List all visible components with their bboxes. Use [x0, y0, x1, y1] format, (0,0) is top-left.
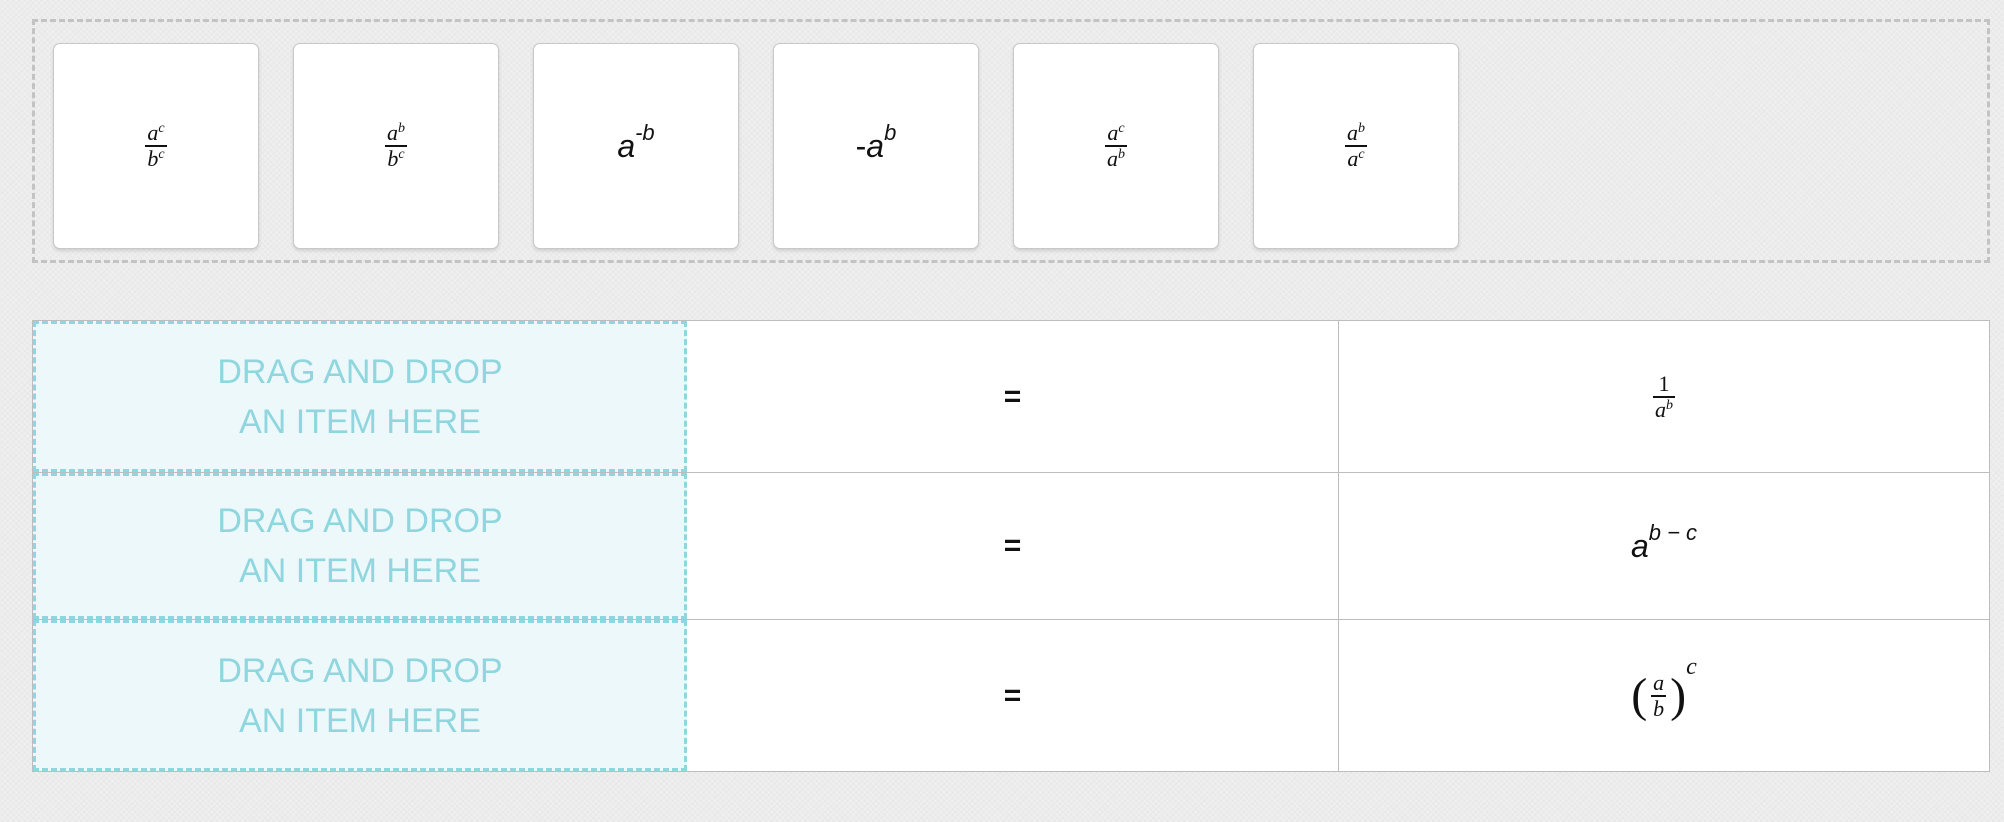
fraction: ab ac — [1345, 121, 1367, 171]
draggable-tile-ac-over-ab[interactable]: ac ab — [1013, 43, 1219, 249]
tile-num-exp: b — [398, 121, 405, 136]
tile-exp: -b — [635, 119, 655, 145]
equals-sign: = — [687, 620, 1339, 771]
result-exp: c — [1686, 654, 1697, 680]
tile-den-base: a — [1107, 146, 1118, 171]
tile-den-exp: c — [398, 147, 405, 162]
result-den-base: a — [1655, 396, 1666, 422]
table-row: DRAG AND DROP AN ITEM HERE = 1 ab — [33, 321, 1989, 473]
fraction: ac bc — [145, 120, 167, 171]
tile-num-base: a — [147, 120, 159, 145]
tile-den-base: a — [1347, 146, 1359, 171]
match-table: DRAG AND DROP AN ITEM HERE = 1 ab DRAG A… — [32, 320, 1990, 772]
drop-zone-label-line1: DRAG AND DROP — [217, 651, 503, 690]
equals-sign: = — [687, 321, 1339, 472]
tile-num-exp: c — [1118, 121, 1125, 136]
tile-exp: b — [884, 119, 897, 145]
target-expression: ( a b ) c — [1339, 620, 1989, 771]
target-expression: 1 ab — [1339, 321, 1989, 472]
drop-zone[interactable]: DRAG AND DROP AN ITEM HERE — [33, 620, 687, 771]
target-expression: ab − c — [1339, 473, 1989, 619]
tile-base: a — [617, 127, 636, 164]
fraction: ab bc — [385, 121, 407, 171]
draggable-tile-neg-ab[interactable]: -ab — [773, 43, 979, 249]
result-base: a — [1630, 527, 1649, 564]
table-row: DRAG AND DROP AN ITEM HERE = ab − c — [33, 473, 1989, 620]
left-paren: ( — [1631, 668, 1648, 722]
expression: -ab — [855, 120, 897, 165]
drop-zone-label-line2: AN ITEM HERE — [239, 402, 481, 441]
drop-zone-label-line2: AN ITEM HERE — [239, 701, 481, 740]
result-exp: b − c — [1648, 519, 1698, 545]
right-paren: ) — [1670, 668, 1687, 722]
fraction: ac ab — [1105, 121, 1127, 171]
tile-prefix: - — [855, 127, 867, 164]
drop-zone-label-line2: AN ITEM HERE — [239, 552, 481, 590]
tile-den-base: b — [387, 146, 399, 171]
drop-zone-label-line1: DRAG AND DROP — [217, 502, 503, 540]
tile-num-exp: b — [1358, 121, 1365, 136]
tile-num-base: a — [1347, 120, 1358, 145]
tile-den-exp: b — [1118, 147, 1125, 162]
draggable-tile-ab-over-bc[interactable]: ab bc — [293, 43, 499, 249]
tile-den-exp: c — [158, 147, 165, 162]
item-bank: ac bc ab bc a-b -ab ac ab ab ac — [32, 19, 1990, 263]
draggable-tile-ac-over-bc[interactable]: ac bc — [53, 43, 259, 249]
drop-zone[interactable]: DRAG AND DROP AN ITEM HERE — [33, 321, 687, 472]
drop-zone[interactable]: DRAG AND DROP AN ITEM HERE — [33, 473, 687, 619]
tile-num-base: a — [1107, 120, 1119, 145]
tile-den-base: b — [147, 146, 159, 171]
tile-den-exp: c — [1358, 147, 1365, 162]
result-numerator: 1 — [1658, 370, 1670, 396]
result-den-exp: b — [1666, 397, 1673, 413]
equals-sign: = — [687, 473, 1339, 619]
result-numerator: a — [1653, 669, 1665, 695]
draggable-tile-a-neg-b[interactable]: a-b — [533, 43, 739, 249]
tile-base: a — [866, 127, 885, 164]
result-denominator: b — [1651, 694, 1667, 721]
tile-num-base: a — [387, 120, 398, 145]
table-row: DRAG AND DROP AN ITEM HERE = ( a b ) c — [33, 620, 1989, 771]
fraction: a b — [1651, 669, 1667, 721]
fraction: 1 ab — [1653, 370, 1675, 422]
drop-zone-label-line1: DRAG AND DROP — [217, 352, 503, 391]
expression: a-b — [617, 120, 654, 165]
tile-num-exp: c — [158, 121, 165, 136]
draggable-tile-ab-over-ac[interactable]: ab ac — [1253, 43, 1459, 249]
